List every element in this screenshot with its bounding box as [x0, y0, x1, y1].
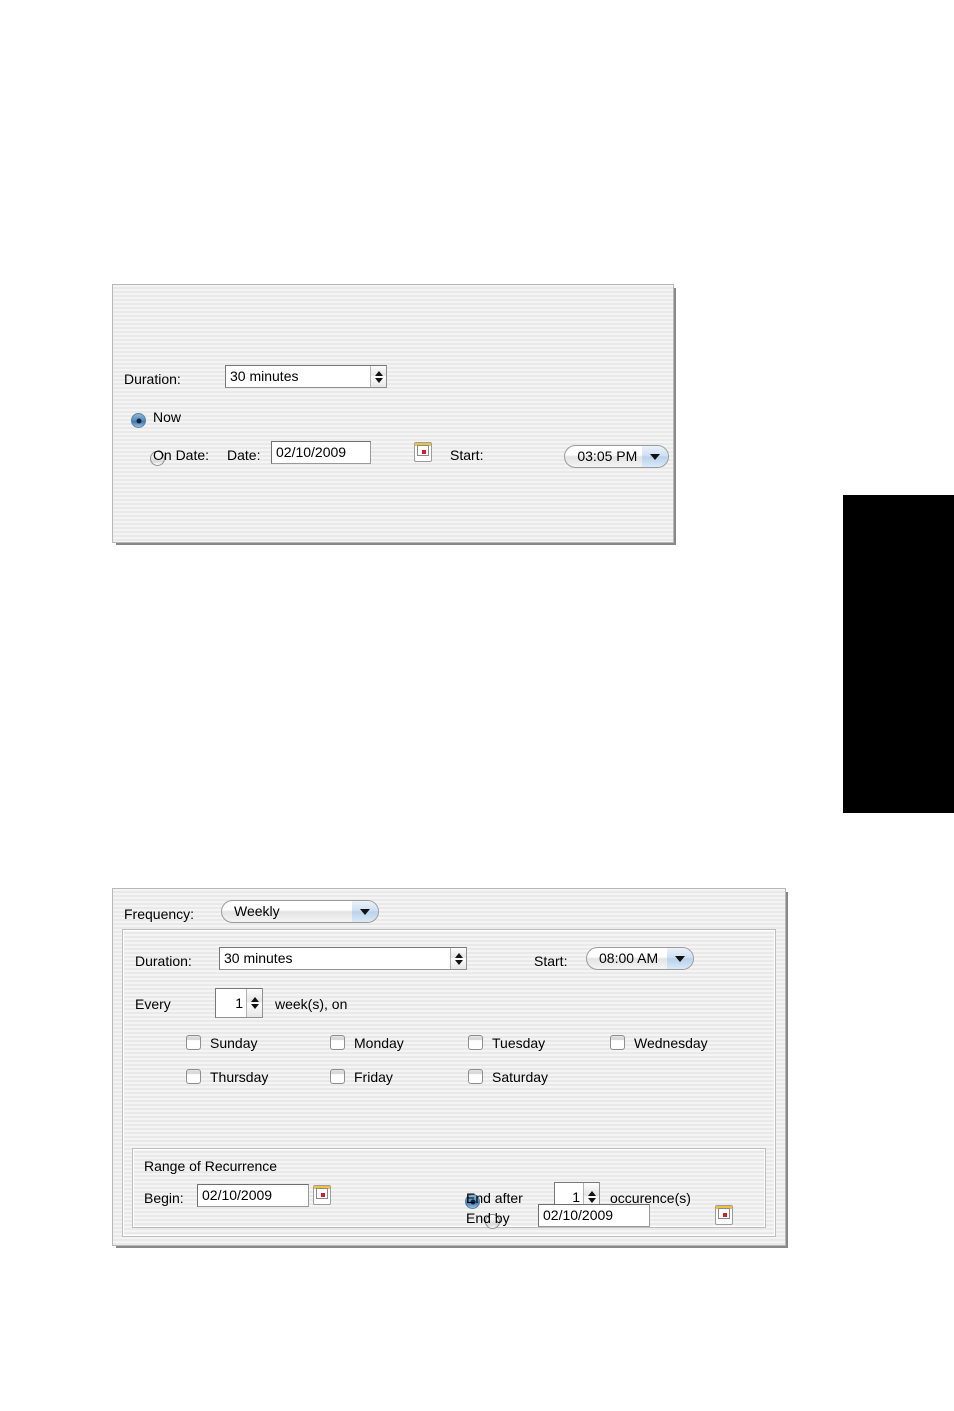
- begin-label: Begin:: [144, 1190, 184, 1206]
- end-by-date-input[interactable]: 02/10/2009: [538, 1204, 650, 1227]
- every-prefix-label: Every: [135, 996, 171, 1012]
- start-time-value: 03:05 PM: [577, 448, 638, 464]
- duration-spinner[interactable]: 30 minutes: [225, 365, 387, 388]
- calendar-icon-page: [416, 445, 429, 456]
- checkbox-saturday[interactable]: [468, 1069, 483, 1084]
- chevron-down-icon[interactable]: [642, 446, 669, 467]
- checkbox-monday[interactable]: [330, 1035, 345, 1050]
- start-label: Start:: [450, 447, 484, 463]
- every-suffix-label: week(s), on: [275, 996, 348, 1012]
- radio-now[interactable]: [131, 413, 146, 428]
- duration-decrement-button[interactable]: [371, 377, 386, 388]
- every-weeks-increment-button[interactable]: [247, 989, 262, 1003]
- duration-decrement-button[interactable]: [451, 959, 466, 970]
- calendar-icon-page: [718, 1208, 731, 1219]
- duration-increment-button[interactable]: [451, 948, 466, 959]
- checkbox-friday-label: Friday: [354, 1069, 393, 1085]
- duration-spinner[interactable]: 30 minutes: [219, 947, 467, 970]
- every-weeks-spinner[interactable]: 1: [215, 988, 263, 1018]
- calendar-icon-page: [316, 1188, 328, 1199]
- page-edge-tab: [843, 495, 954, 813]
- calendar-icon[interactable]: [313, 1185, 331, 1205]
- range-of-recurrence-title: Range of Recurrence: [144, 1158, 278, 1174]
- duration-value: 30 minutes: [224, 950, 293, 966]
- occurrences-increment-button[interactable]: [584, 1183, 599, 1197]
- recurrence-body-group: Duration: 30 minutes Start: 08:00 AM Eve…: [122, 929, 776, 1237]
- recurrence-panel: Frequency: Weekly Duration: 30 minutes S…: [112, 888, 786, 1246]
- every-weeks-spinner-buttons[interactable]: [246, 989, 262, 1017]
- every-weeks-decrement-button[interactable]: [247, 1003, 262, 1017]
- checkbox-wednesday[interactable]: [610, 1035, 625, 1050]
- calendar-icon-dot: [723, 1213, 728, 1217]
- schedule-panel: Duration: 30 minutes Now On Date: Date: …: [112, 284, 674, 543]
- begin-date-input[interactable]: 02/10/2009: [197, 1184, 309, 1207]
- duration-value: 30 minutes: [230, 368, 299, 384]
- start-time-dropdown[interactable]: 03:05 PM: [564, 445, 670, 468]
- checkbox-thursday-label: Thursday: [210, 1069, 269, 1085]
- date-label: Date:: [227, 447, 261, 463]
- duration-spinner-buttons[interactable]: [370, 366, 386, 387]
- checkbox-sunday-label: Sunday: [210, 1035, 258, 1051]
- date-input[interactable]: 02/10/2009: [271, 441, 371, 464]
- chevron-down-icon[interactable]: [667, 948, 693, 969]
- calendar-icon-dot: [421, 450, 426, 454]
- radio-now-label: Now: [153, 409, 182, 425]
- every-weeks-value: 1: [235, 995, 243, 1011]
- checkbox-thursday[interactable]: [186, 1069, 201, 1084]
- frequency-value: Weekly: [234, 903, 280, 919]
- duration-spinner-buttons[interactable]: [450, 948, 466, 969]
- checkbox-saturday-label: Saturday: [492, 1069, 549, 1085]
- checkbox-wednesday-label: Wednesday: [634, 1035, 708, 1051]
- radio-on-date-label: On Date:: [153, 447, 210, 463]
- start-time-value: 08:00 AM: [599, 950, 659, 966]
- radio-end-after-label: End after: [466, 1190, 523, 1206]
- checkbox-friday[interactable]: [330, 1069, 345, 1084]
- start-time-dropdown[interactable]: 08:00 AM: [586, 947, 694, 970]
- duration-label: Duration:: [135, 953, 192, 969]
- calendar-icon[interactable]: [715, 1205, 734, 1225]
- frequency-dropdown[interactable]: Weekly: [221, 900, 379, 923]
- calendar-icon-dot: [321, 1193, 325, 1197]
- checkbox-tuesday-label: Tuesday: [492, 1035, 546, 1051]
- radio-end-by-label: End by: [466, 1210, 510, 1226]
- start-label: Start:: [534, 953, 568, 969]
- checkbox-tuesday[interactable]: [468, 1035, 483, 1050]
- duration-label: Duration:: [124, 371, 181, 387]
- checkbox-sunday[interactable]: [186, 1035, 201, 1050]
- checkbox-monday-label: Monday: [354, 1035, 404, 1051]
- frequency-label: Frequency:: [124, 906, 195, 922]
- duration-increment-button[interactable]: [371, 366, 386, 377]
- calendar-icon[interactable]: [413, 442, 432, 462]
- chevron-down-icon[interactable]: [352, 901, 378, 922]
- range-of-recurrence-group: Range of Recurrence Begin: 02/10/2009 En…: [132, 1148, 766, 1229]
